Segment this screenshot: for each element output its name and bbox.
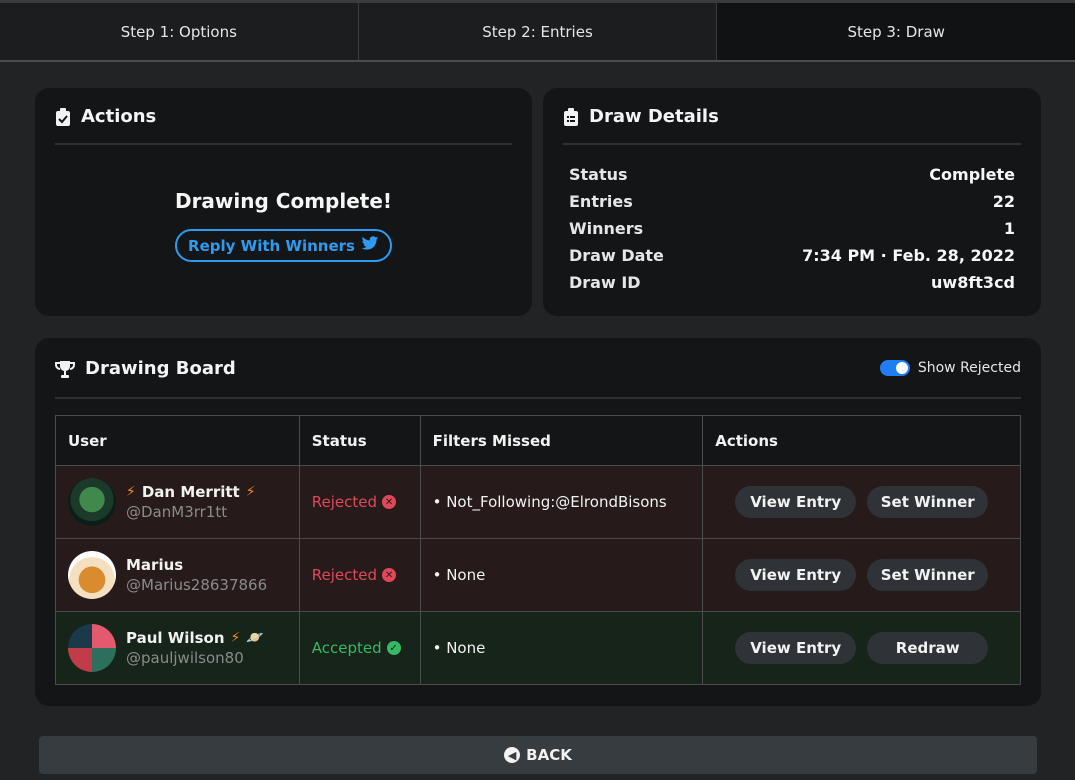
reply-with-winners-button[interactable]: Reply With Winners — [175, 229, 392, 262]
detail-status-row: Status Complete — [569, 161, 1015, 188]
column-header-actions: Actions — [702, 415, 1021, 466]
user-handle: @Marius28637866 — [126, 576, 268, 594]
table-row: Marius @Marius28637866 Rejected ✕ • None — [55, 538, 1021, 612]
filters-missed: • None — [419, 611, 704, 685]
status-text: Rejected — [311, 493, 378, 511]
user-cell: Paul Wilson ⚡ 🪐 @pauljwilson80 — [68, 624, 299, 672]
table-header-row: User Status Filters Missed Actions — [55, 415, 1021, 466]
back-button[interactable]: ◀ BACK — [39, 736, 1037, 774]
divider — [55, 143, 512, 145]
view-entry-button[interactable]: View Entry — [735, 559, 857, 591]
column-header-status: Status — [298, 415, 421, 466]
detail-value: uw8ft3cd — [931, 273, 1015, 292]
user-name-text: Marius — [126, 556, 184, 574]
clipboard-list-icon — [563, 107, 579, 126]
detail-key: Winners — [569, 219, 644, 238]
detail-draw-id-row: Draw ID uw8ft3cd — [569, 269, 1015, 296]
detail-key: Draw ID — [569, 273, 641, 292]
back-label: BACK — [526, 746, 572, 764]
drawing-board-title-text: Drawing Board — [85, 358, 236, 379]
divider — [563, 143, 1021, 145]
twitter-bird-icon — [361, 236, 379, 255]
status-text: Rejected — [311, 566, 378, 584]
detail-key: Entries — [569, 192, 633, 211]
x-circle-icon: ✕ — [382, 568, 397, 582]
detail-value: 22 — [992, 192, 1015, 211]
status-badge: Rejected ✕ — [312, 493, 420, 511]
clipboard-check-icon — [55, 107, 71, 126]
row-actions: View Entry Set Winner — [715, 559, 1020, 591]
user-name: ⚡ Dan Merritt ⚡ — [126, 483, 256, 501]
detail-value: 7:34 PM · Feb. 28, 2022 — [802, 246, 1015, 265]
drawing-board-card: Drawing Board Show Rejected User Status … — [35, 338, 1041, 706]
avatar — [68, 624, 116, 672]
drawing-complete-text: Drawing Complete! — [174, 189, 393, 213]
table-row: ⚡ Dan Merritt ⚡ @DanM3rr1tt Rejected ✕ •… — [55, 465, 1021, 539]
status-text: Accepted — [311, 639, 382, 657]
detail-entries-row: Entries 22 — [569, 188, 1015, 215]
actions-card: Actions Drawing Complete! Reply With Win… — [35, 88, 532, 316]
avatar — [68, 551, 116, 599]
avatar — [68, 478, 116, 526]
user-name-text: Paul Wilson — [126, 629, 225, 647]
set-winner-button[interactable]: Set Winner — [867, 486, 989, 518]
detail-winners-row: Winners 1 — [569, 215, 1015, 242]
view-entry-button[interactable]: View Entry — [735, 632, 857, 664]
detail-value: 1 — [1003, 219, 1015, 238]
show-rejected-toggle[interactable] — [879, 360, 910, 376]
check-circle-icon: ✓ — [386, 641, 401, 655]
trophy-icon — [55, 360, 75, 378]
lightning-icon: ⚡ — [245, 484, 256, 500]
planet-icon: 🪐 — [246, 630, 264, 646]
lightning-icon: ⚡ — [230, 630, 241, 646]
reply-label: Reply With Winners — [188, 236, 355, 255]
detail-value: Complete — [929, 165, 1015, 184]
row-actions: View Entry Redraw — [715, 632, 1020, 664]
lightning-icon: ⚡ — [126, 484, 136, 500]
row-actions: View Entry Set Winner — [715, 486, 1020, 518]
detail-draw-date-row: Draw Date 7:34 PM · Feb. 28, 2022 — [569, 242, 1015, 269]
draw-details-title: Draw Details — [563, 106, 719, 127]
user-name: Marius — [126, 556, 267, 574]
draw-details-card: Draw Details Status Complete Entries 22 … — [543, 88, 1041, 316]
user-name: Paul Wilson ⚡ 🪐 — [126, 629, 264, 647]
status-badge: Rejected ✕ — [312, 566, 420, 584]
tab-entries[interactable]: Step 2: Entries — [358, 3, 718, 60]
drawing-board-title: Drawing Board — [55, 358, 236, 379]
column-header-user: User — [55, 415, 300, 466]
tab-draw[interactable]: Step 3: Draw — [717, 3, 1075, 60]
status-badge: Accepted ✓ — [312, 639, 420, 657]
x-circle-icon: ✕ — [382, 495, 397, 509]
user-handle: @DanM3rr1tt — [126, 503, 228, 521]
user-cell: Marius @Marius28637866 — [68, 551, 299, 599]
user-handle: @pauljwilson80 — [126, 649, 244, 667]
user-cell: ⚡ Dan Merritt ⚡ @DanM3rr1tt — [68, 478, 299, 526]
user-name-text: Dan Merritt — [141, 483, 240, 501]
column-header-filters: Filters Missed — [419, 415, 704, 466]
redraw-button[interactable]: Redraw — [867, 632, 989, 664]
detail-key: Draw Date — [569, 246, 664, 265]
divider — [55, 397, 1021, 399]
draw-details-title-text: Draw Details — [589, 106, 719, 127]
view-entry-button[interactable]: View Entry — [735, 486, 857, 518]
show-rejected-control: Show Rejected — [879, 360, 1021, 376]
actions-title: Actions — [55, 106, 156, 127]
detail-key: Status — [569, 165, 628, 184]
table-row: Paul Wilson ⚡ 🪐 @pauljwilson80 Accepted … — [55, 611, 1021, 685]
filters-missed: • None — [419, 538, 704, 612]
set-winner-button[interactable]: Set Winner — [867, 559, 989, 591]
step-tabs: Step 1: Options Step 2: Entries Step 3: … — [0, 0, 1075, 62]
show-rejected-label: Show Rejected — [917, 360, 1021, 376]
tab-options[interactable]: Step 1: Options — [0, 3, 359, 60]
arrow-left-circle-icon: ◀ — [504, 747, 521, 763]
filters-missed: • Not_Following:@ElrondBisons — [419, 465, 704, 539]
actions-title-text: Actions — [81, 106, 157, 127]
drawing-board-table: User Status Filters Missed Actions ⚡ Dan… — [55, 415, 1021, 685]
